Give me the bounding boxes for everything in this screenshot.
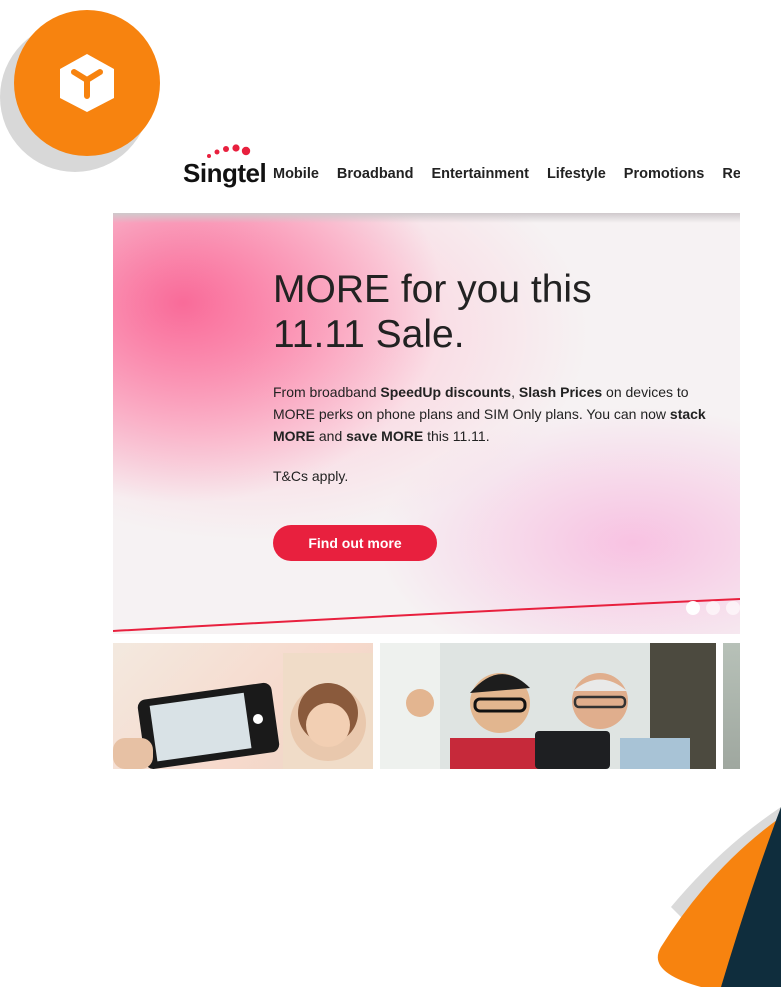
nav-item-mobile[interactable]: Mobile <box>273 166 319 186</box>
logo-wordmark: Singtel <box>183 158 267 188</box>
top-nav: Singtel Mobile Broadband Entertainment Life… <box>183 140 740 188</box>
package-icon <box>60 54 114 112</box>
corner-decoration <box>657 807 781 987</box>
nav-item-promotions[interactable]: Promotions <box>624 166 705 186</box>
video-call-photo <box>380 643 716 769</box>
nav-item-entertainment[interactable]: Entertainment <box>431 166 529 186</box>
carousel-dot-1[interactable] <box>686 601 700 615</box>
carousel-dots <box>686 601 740 615</box>
phone-camera-photo <box>113 653 373 769</box>
hero-banner: MORE for you this 11.11 Sale. From broad… <box>113 213 740 634</box>
promo-thumbnail-phone[interactable] <box>113 643 373 769</box>
hero-accent-line <box>113 598 740 632</box>
nav-item-broadband[interactable]: Broadband <box>337 166 414 186</box>
carousel-dot-2[interactable] <box>706 601 720 615</box>
app-badge <box>14 10 160 156</box>
promo-thumbnail-video-call[interactable] <box>380 643 716 769</box>
carousel-dot-3[interactable] <box>726 601 740 615</box>
promo-thumbnail-partial[interactable] <box>723 643 740 769</box>
nav-item-lifestyle[interactable]: Lifestyle <box>547 166 606 186</box>
singtel-logo[interactable]: Singtel <box>183 142 267 188</box>
nav-item-rew[interactable]: Rew <box>722 166 740 186</box>
